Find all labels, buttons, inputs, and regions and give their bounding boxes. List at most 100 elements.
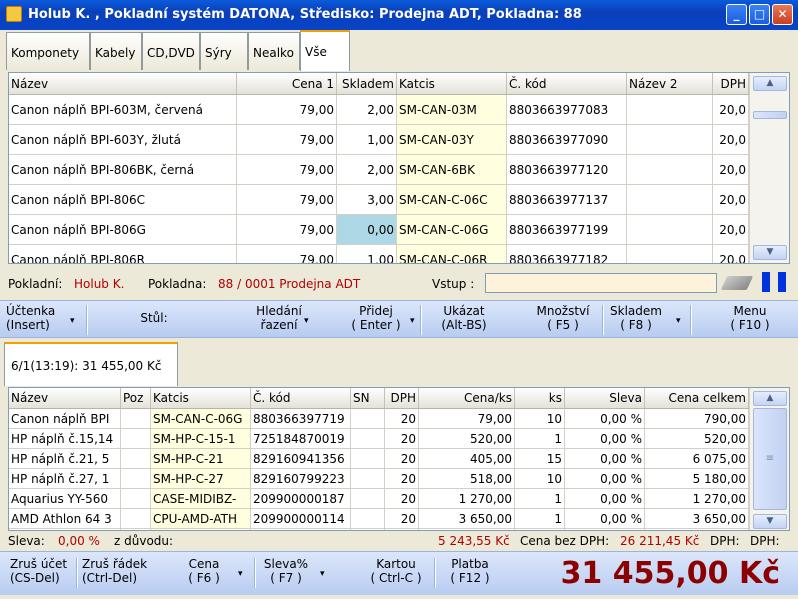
scroll-down-icon[interactable]: ▼ (753, 514, 787, 529)
receipt-header-cell[interactable]: Název (9, 388, 121, 409)
close-button[interactable]: ✕ (772, 4, 793, 25)
receipt-cell: 6 075,00 (645, 449, 749, 469)
products-header-cell[interactable]: DPH (713, 73, 749, 95)
products-row[interactable]: Canon náplň BPI-806G 79,00 0,00 SM-CAN-C-06… (9, 215, 749, 245)
products-header-cell[interactable]: Název (9, 73, 237, 95)
zrus-ucet-button[interactable]: Zruš účet (CS-Del) (10, 557, 72, 585)
indicator-bar-2 (778, 272, 786, 292)
products-row[interactable]: Canon náplň BPI-603M, červená 79,00 2,00 SM… (9, 95, 749, 125)
chevron-down-icon: ▾ (410, 316, 415, 326)
receipt-row[interactable]: Canon náplň BPI SM-CAN-C-06G 880366397719 2… (9, 409, 749, 429)
receipt-row[interactable]: HP náplň č.27, 1 SM-HP-C-27 829160799223 20… (9, 469, 749, 489)
hledani-button[interactable]: Hledání řazení ▾ (244, 304, 314, 336)
receipt-cell (121, 489, 151, 509)
receipt-cell (351, 469, 385, 489)
receipt-scrollbar[interactable]: ▲ ≡ ▼ (749, 388, 789, 530)
scroll-down-icon[interactable]: ▼ (753, 245, 787, 260)
platba-button[interactable]: Platba( F12 ) (442, 557, 498, 585)
receipt-row[interactable]: HP náplň č.21, 5 SM-HP-C-21 829160941356 20… (9, 449, 749, 469)
receipt-header-cell[interactable]: Č. kód (251, 388, 351, 409)
vstup-input[interactable] (485, 273, 717, 293)
receipt-cell: 79,00 (419, 409, 515, 429)
ukazat-button[interactable]: Ukázat (Alt-BS) (432, 304, 496, 336)
mnozstvi-button[interactable]: Množství( F5 ) (530, 304, 596, 336)
window-title: Holub K. , Pokladní systém DATONA, Střed… (28, 7, 582, 22)
receipt-header-cell[interactable]: DPH (385, 388, 419, 409)
products-cell (627, 215, 713, 245)
cena-button[interactable]: Cena( F6 ) ▾ (176, 557, 242, 585)
tab-receipt[interactable]: 6/1(13:19): 31 455,00 Kč (4, 342, 178, 386)
products-cell: Canon náplň BPI-603Y, žlutá (9, 125, 237, 155)
products-cell: SM-CAN-6BK (397, 155, 507, 185)
products-header-cell[interactable]: Č. kód (507, 73, 627, 95)
receipt-header-cell[interactable]: Cena celkem (645, 388, 749, 409)
keyboard-icon[interactable] (720, 276, 754, 290)
receipt-cell: 0,00 % (565, 509, 645, 529)
receipt-cell: 10 (515, 469, 565, 489)
uctenka-button[interactable]: Účtenka (Insert) ▾ (6, 304, 84, 336)
products-header-cell[interactable]: Název 2 (627, 73, 713, 95)
products-header-cell[interactable]: Skladem (337, 73, 397, 95)
products-row[interactable]: Canon náplň BPI-806R 79,00 1,00 SM-CAN-C-06… (9, 245, 749, 263)
stul-button[interactable]: Stůl: (134, 304, 174, 336)
receipt-row[interactable]: HP náplň č.15,14 SM-HP-C-15-1 725184870019… (9, 429, 749, 449)
receipt-row[interactable]: Aquarius YY-560 CASE-MIDIBZ- 209900000187 2… (9, 489, 749, 509)
receipt-header-cell[interactable]: Cena/ks (419, 388, 515, 409)
receipt-cell (351, 409, 385, 429)
products-cell: 8803663977120 (507, 155, 627, 185)
receipt-cell: 0,00 % (565, 469, 645, 489)
products-cell: Canon náplň BPI-603M, červená (9, 95, 237, 125)
receipt-cell: 0,00 % (565, 449, 645, 469)
receipt-header-cell[interactable]: Sleva (565, 388, 645, 409)
chevron-down-icon: ▾ (238, 569, 243, 579)
tab-kabely[interactable]: Kabely (90, 32, 142, 70)
receipt-header-cell[interactable]: Poz (121, 388, 151, 409)
scroll-up-icon[interactable]: ▲ (753, 391, 787, 406)
products-cell (627, 185, 713, 215)
minimize-button[interactable]: _ (726, 4, 747, 25)
products-cell: 20,0 (713, 95, 749, 125)
maximize-button[interactable]: □ (749, 4, 770, 25)
menu-button[interactable]: Menu( F10 ) (722, 304, 778, 336)
tab-syry[interactable]: Sýry (200, 32, 248, 70)
receipt-cell: 10 (515, 409, 565, 429)
products-cell (627, 125, 713, 155)
receipt-cell: 20 (385, 409, 419, 429)
receipt-cell: 880366397719 (251, 409, 351, 429)
bez-dph-label: Cena bez DPH: (520, 534, 610, 548)
pridej-button[interactable]: Přidej( Enter ) ▾ (344, 304, 414, 336)
scroll-thumb[interactable]: ≡ (753, 408, 787, 510)
products-grid[interactable]: Název Cena 1 Skladem Katcis Č. kód Název 2 DPH… (8, 72, 790, 264)
products-row[interactable]: Canon náplň BPI-806C 79,00 3,00 SM-CAN-C-06… (9, 185, 749, 215)
products-cell: SM-CAN-03Y (397, 125, 507, 155)
receipt-header-cell[interactable]: Katcis (151, 388, 251, 409)
receipt-header-cell[interactable]: SN (351, 388, 385, 409)
tab-vse[interactable]: Vše (300, 30, 350, 71)
receipt-row[interactable]: AMD Athlon 64 3 CPU-AMD-ATH209900000114 20… (9, 509, 749, 529)
zrus-radek-button[interactable]: Zruš řádek (Ctrl-Del) (82, 557, 152, 585)
products-row[interactable]: Canon náplň BPI-806BK, černá 79,00 2,00 SM-… (9, 155, 749, 185)
total-amount: 31 455,00 Kč (560, 556, 780, 591)
skladem-button[interactable]: Skladem( F8 ) ▾ (606, 304, 681, 336)
receipt-cell: 518,00 (419, 469, 515, 489)
pokladni-label: Pokladní: (8, 277, 63, 291)
scroll-thumb[interactable] (753, 111, 787, 119)
sleva-label: Sleva: (8, 534, 45, 548)
kartou-button[interactable]: Kartou( Ctrl-C ) (366, 557, 426, 585)
products-header-cell[interactable]: Cena 1 (237, 73, 337, 95)
dph-label-2: DPH: (750, 534, 780, 548)
products-cell: 8803663977199 (507, 215, 627, 245)
tab-cd-dvd[interactable]: CD,DVD (142, 32, 200, 70)
products-scrollbar[interactable]: ▲ ▼ (749, 73, 789, 263)
sleva-button[interactable]: Sleva%( F7 ) ▾ (260, 557, 325, 585)
scroll-up-icon[interactable]: ▲ (753, 76, 787, 91)
products-row[interactable]: Canon náplň BPI-603Y, žlutá 79,00 1,00 SM-C… (9, 125, 749, 155)
tab-komponety[interactable]: Komponety (6, 32, 90, 70)
products-cell (627, 245, 713, 263)
products-cell: 20,0 (713, 245, 749, 263)
products-header-cell[interactable]: Katcis (397, 73, 507, 95)
products-cell: 8803663977137 (507, 185, 627, 215)
receipt-grid[interactable]: Název Poz Katcis Č. kód SN DPH Cena/ks ks Sleva C… (8, 387, 790, 531)
receipt-header-cell[interactable]: ks (515, 388, 565, 409)
tab-nealko[interactable]: Nealko (248, 32, 300, 70)
